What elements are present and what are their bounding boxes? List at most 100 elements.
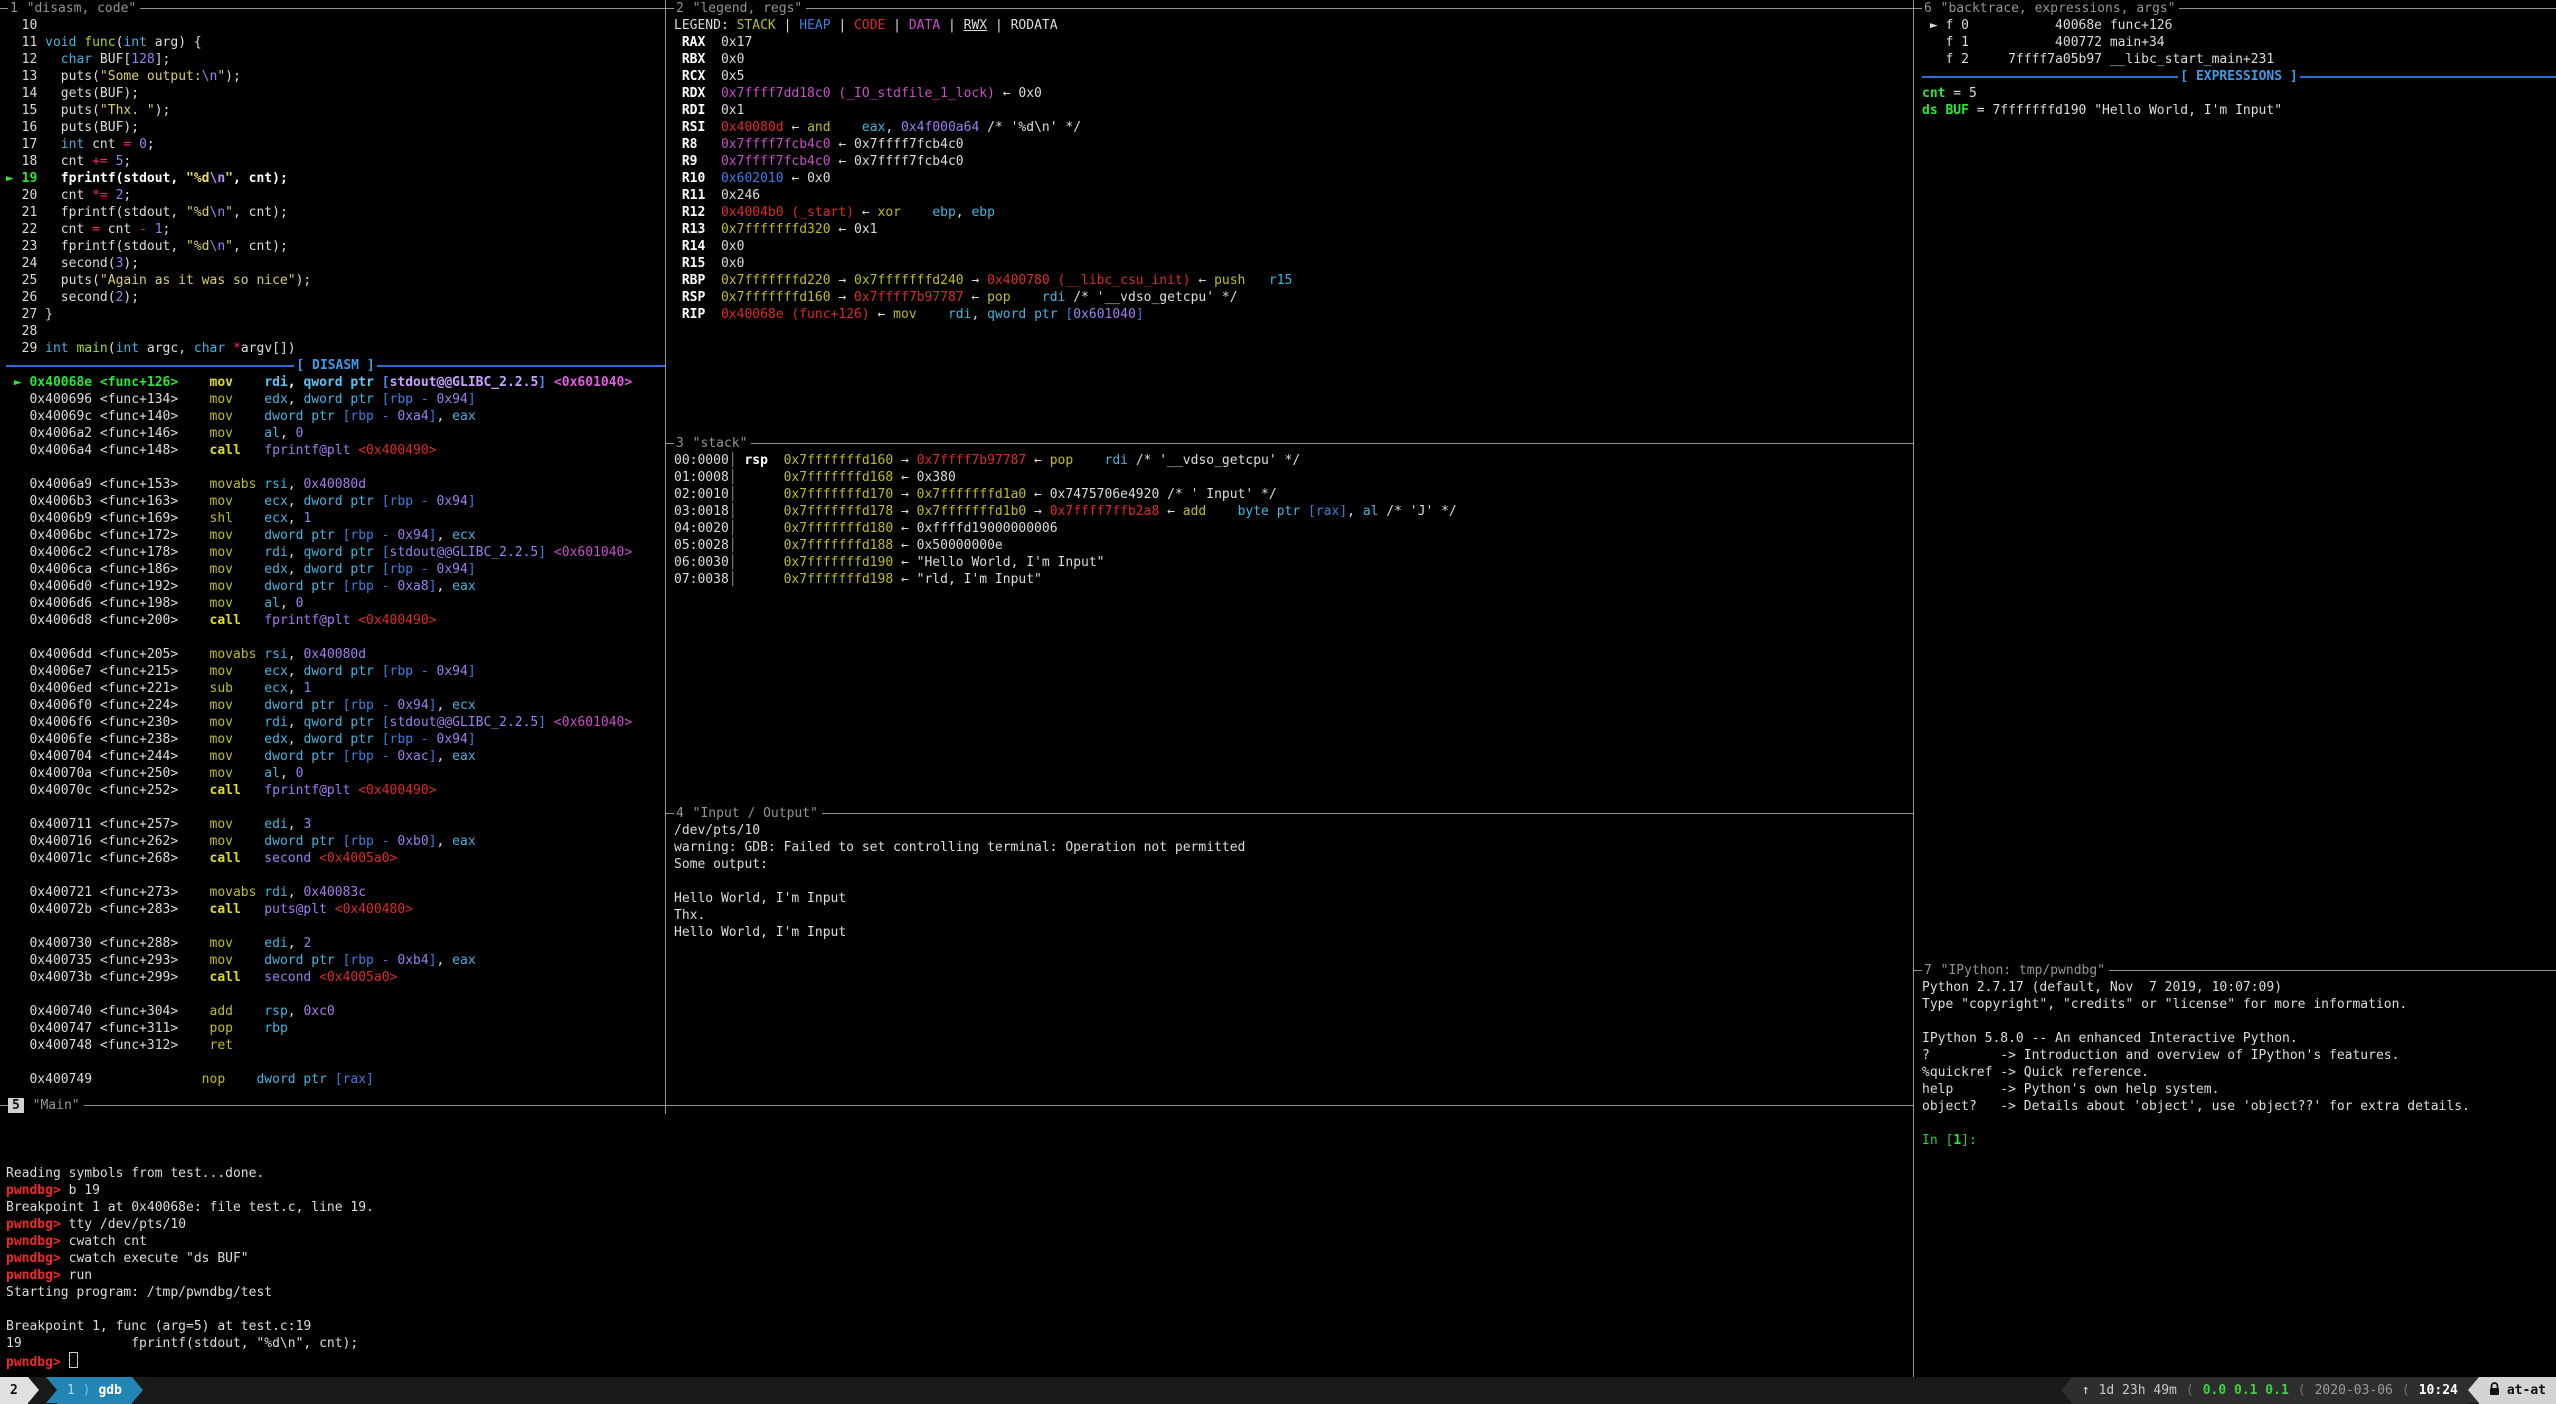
- pane-input-output[interactable]: 4 "Input / Output" /dev/pts/10warning: G…: [666, 805, 1913, 1097]
- text-segment: ecx: [264, 664, 287, 679]
- text-segment: ,: [288, 885, 304, 900]
- pane-number: 7: [1922, 963, 1932, 978]
- text-segment: [: [382, 375, 390, 390]
- text-segment: 0x94: [397, 698, 428, 713]
- border-line: [751, 443, 1913, 444]
- text-segment: call: [210, 783, 241, 798]
- text-segment: 0x0: [721, 52, 744, 67]
- text-segment: 0xb4: [397, 953, 428, 968]
- text-segment: *=: [92, 188, 108, 203]
- pane-border: 5 "Main": [0, 1097, 1913, 1114]
- text-segment: <0x4005a0>: [319, 851, 397, 866]
- text-segment: R10: [674, 171, 721, 186]
- terminal-line: ds BUF = 7fffffffd190 "Hello World, I'm …: [1922, 102, 2556, 119]
- text-segment: 06:0030: [674, 555, 729, 570]
- terminal-line: 23 fprintf(stdout, "%d\n", cnt);: [6, 238, 665, 255]
- pane-disasm-code[interactable]: 1 "disasm, code" 10 11 void func(int arg…: [0, 0, 665, 1097]
- text-segment: [546, 715, 554, 730]
- text-segment: 0x4006ca <func+186>: [6, 562, 210, 577]
- terminal-line: R8 0x7ffff7fcb4c0 ← 0x7ffff7fcb4c0: [674, 136, 1913, 153]
- text-segment: fprintf(stdout,: [61, 171, 186, 186]
- text-segment: 0x1: [854, 222, 877, 237]
- text-segment: mov: [210, 766, 233, 781]
- text-segment: 13 puts(: [6, 69, 100, 84]
- text-segment: ,: [288, 562, 304, 577]
- text-segment: char: [194, 341, 225, 356]
- text-segment: 0x400748 <func+312>: [6, 1038, 210, 1053]
- text-segment: [546, 375, 554, 390]
- text-segment: ]: [429, 834, 437, 849]
- pane-ipython[interactable]: 7 "IPython: tmp/pwndbg" Python 2.7.17 (d…: [1914, 962, 2556, 1377]
- text-segment: 27 }: [6, 307, 53, 322]
- pane-divider-vertical-right[interactable]: [1913, 0, 1914, 1377]
- pane-border: 6 "backtrace, expressions, args": [1914, 0, 2556, 17]
- pane-title: "disasm, code": [18, 1, 140, 16]
- terminal-line: RBP 0x7fffffffd220 → 0x7fffffffd240 → 0x…: [674, 272, 1913, 289]
- text-segment: 0x0: [721, 256, 744, 271]
- pane-backtrace-expressions[interactable]: 6 "backtrace, expressions, args" ► f 0 4…: [1914, 0, 2556, 962]
- text-segment: 0x40080d: [303, 647, 366, 662]
- text-segment: [178, 375, 209, 390]
- pane-legend-regs[interactable]: 2 "legend, regs" LEGEND: STACK | HEAP | …: [666, 0, 1913, 435]
- pane-main-gdb[interactable]: 5 "Main" Reading symbols from test...don…: [0, 1097, 1913, 1377]
- text-segment: 0x400780 (__libc_csu_init): [987, 273, 1191, 288]
- pane-stack[interactable]: 3 "stack" 00:0000│ rsp 0x7fffffffd160 → …: [666, 435, 1913, 805]
- text-segment: edi: [264, 817, 287, 832]
- window-tab-gdb[interactable]: 1⟩gdb: [57, 1377, 132, 1404]
- text-segment: ,: [437, 834, 453, 849]
- text-segment: rbp: [264, 1021, 287, 1036]
- terminal-line: f 2 7ffff7a05b97 __libc_start_main+231: [1922, 51, 2556, 68]
- text-segment: [233, 817, 264, 832]
- text-segment: [1245, 273, 1268, 288]
- text-segment: [: [382, 715, 390, 730]
- terminal-line: object? -> Details about 'object', use '…: [1922, 1098, 2556, 1115]
- text-segment: ;: [147, 137, 155, 152]
- text-segment: [241, 902, 264, 917]
- text-segment: \n: [202, 69, 218, 84]
- text-segment: ←: [1191, 273, 1214, 288]
- terminal-line: 0x400749 nop dword ptr [rax]: [6, 1071, 665, 1088]
- terminal-line: 21 fprintf(stdout, "%d\n", cnt);: [6, 204, 665, 221]
- text-segment: [241, 613, 264, 628]
- cursor-block: [69, 1352, 78, 1368]
- pane-divider-vertical-left[interactable]: [665, 0, 666, 1114]
- terminal-line: Some output:: [674, 856, 1913, 873]
- text-segment: │: [729, 572, 737, 587]
- text-segment: [1073, 453, 1104, 468]
- ipython-lines: Python 2.7.17 (default, Nov 7 2019, 10:0…: [1914, 979, 2556, 1149]
- text-segment: ds BUF: [1922, 103, 1969, 118]
- text-segment: al: [264, 766, 280, 781]
- pane-border: 7 "IPython: tmp/pwndbg": [1914, 962, 2556, 979]
- text-segment: 0x7fffffffd220: [721, 273, 831, 288]
- terminal-line: 0x4006d8 <func+200> call fprintf@plt <0x…: [6, 612, 665, 629]
- text-segment: call: [210, 851, 241, 866]
- text-segment: ret: [210, 1038, 233, 1053]
- terminal-line: 27 }: [6, 306, 665, 323]
- terminal-line: 01:0008│ 0x7fffffffd168 ← 0x380: [674, 469, 1913, 486]
- text-segment: eax: [452, 409, 475, 424]
- tmux-status-bar: 2 1⟩gdb ↑1d 23h 49m⟨0.0 0.1 0.1⟨2020-03-…: [0, 1377, 2556, 1404]
- terminal-line: 19 fprintf(stdout, "%d\n", cnt);: [6, 1335, 1913, 1352]
- border-line: [2179, 8, 2556, 9]
- text-segment: 11: [6, 35, 45, 50]
- text-segment: 0x40068e (func+126): [721, 307, 870, 322]
- pane-border: 4 "Input / Output": [666, 805, 1913, 822]
- terminal-line: [6, 1148, 1913, 1165]
- window-index: 1: [67, 1383, 83, 1398]
- terminal-line: ? -> Introduction and overview of IPytho…: [1922, 1047, 2556, 1064]
- terminal-line: 15 puts("Thx. ");: [6, 102, 665, 119]
- text-segment: ←: [784, 171, 807, 186]
- terminal-line: 0x400704 <func+244> mov dword ptr [rbp -…: [6, 748, 665, 765]
- pane-border: 2 "legend, regs": [666, 0, 1913, 17]
- text-segment: [rbp -: [382, 732, 437, 747]
- text-segment: 0x40068e <func+126>: [29, 375, 178, 390]
- text-segment: ebp: [932, 205, 955, 220]
- text-segment: ,: [280, 426, 296, 441]
- session-badge[interactable]: 2: [0, 1377, 28, 1404]
- text-segment: stdout@@GLIBC_2.2.5: [390, 715, 539, 730]
- terminal-line: R14 0x0: [674, 238, 1913, 255]
- text-segment: 0x7fffffffd160: [721, 290, 831, 305]
- text-segment: ]: [468, 732, 476, 747]
- text-segment: │: [729, 504, 737, 519]
- terminal-line: RAX 0x17: [674, 34, 1913, 51]
